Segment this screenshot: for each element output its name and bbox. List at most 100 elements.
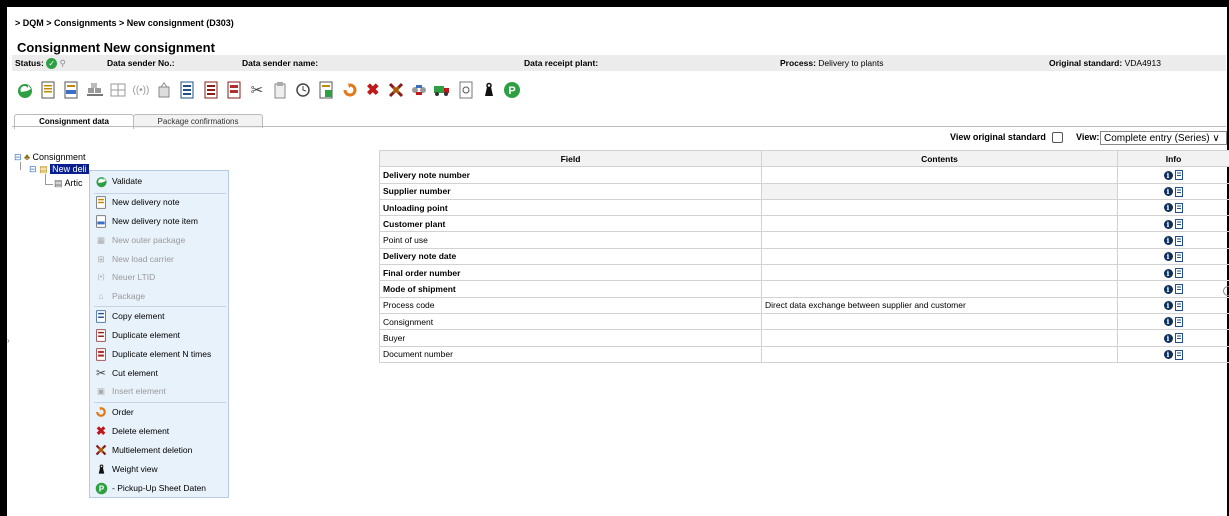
menu-item-duplicate-element[interactable]: Duplicate element: [94, 327, 180, 343]
contents-cell[interactable]: [761, 264, 1118, 282]
order-icon[interactable]: [340, 80, 360, 100]
preview-icon[interactable]: [456, 80, 476, 100]
scroll-handle[interactable]: [1223, 286, 1229, 296]
new-delivery-note-icon[interactable]: [38, 80, 58, 100]
info-icon[interactable]: i: [1163, 317, 1173, 327]
document-icon[interactable]: [1174, 186, 1184, 197]
menu-item-new-load-carrier[interactable]: ⊞ New load carrier: [94, 251, 173, 267]
contents-cell[interactable]: [761, 312, 1118, 331]
weight-icon[interactable]: [479, 80, 499, 100]
table-row[interactable]: Delivery note date i: [379, 247, 1229, 266]
pickup-icon[interactable]: P: [502, 80, 522, 100]
table-row[interactable]: Mode of shipment i: [379, 280, 1229, 298]
info-icon[interactable]: i: [1163, 333, 1173, 343]
menu-item-new-outer-package[interactable]: ▦ New outer package: [94, 232, 185, 248]
transfer-icon[interactable]: [409, 80, 429, 100]
tree-article[interactable]: ▤ Artic: [54, 178, 83, 189]
table-row[interactable]: Final order number i: [379, 264, 1229, 282]
menu-item-delete-element[interactable]: ✖ Delete element: [94, 423, 169, 439]
search-icon[interactable]: ⚲: [60, 58, 66, 68]
contents-cell[interactable]: [761, 166, 1118, 184]
contents-cell[interactable]: [761, 345, 1118, 363]
table-row[interactable]: Point of use i: [379, 231, 1229, 249]
table-row[interactable]: Unloading point i: [379, 198, 1229, 217]
document-icon[interactable]: [1174, 316, 1184, 327]
multidelete-icon[interactable]: [386, 80, 406, 100]
collapse-arrow-icon[interactable]: ›: [7, 336, 10, 345]
info-icon[interactable]: i: [1163, 170, 1173, 180]
document-icon[interactable]: [1174, 219, 1184, 230]
truck-icon[interactable]: [432, 80, 452, 100]
menu-item-copy-element[interactable]: Copy element: [94, 308, 164, 324]
contents-cell[interactable]: [761, 231, 1118, 249]
info-icon[interactable]: i: [1163, 350, 1173, 360]
menu-item-insert-element[interactable]: ▣ Insert element: [94, 383, 166, 399]
copy-element-icon[interactable]: [177, 80, 197, 100]
table-row[interactable]: Customer plant i: [379, 215, 1229, 233]
table-row[interactable]: Supplier number i: [379, 182, 1229, 200]
info-icon[interactable]: i: [1163, 301, 1173, 311]
info-icon[interactable]: i: [1163, 236, 1173, 245]
ltid-icon[interactable]: ((•)): [131, 80, 151, 100]
contents-cell[interactable]: [761, 198, 1118, 217]
table-row[interactable]: Delivery note number i: [379, 166, 1229, 184]
document-icon[interactable]: [1174, 170, 1184, 181]
duplicate-element-icon[interactable]: [201, 80, 221, 100]
menu-item-multielement-deletion[interactable]: Multielement deletion: [94, 442, 192, 458]
document-icon[interactable]: [1174, 251, 1184, 262]
view-select[interactable]: Complete entry (Series) ∨: [1100, 131, 1227, 145]
duplicate-n-times-icon[interactable]: [224, 80, 244, 100]
info-icon[interactable]: i: [1163, 187, 1173, 197]
cut-icon[interactable]: ✂: [247, 80, 267, 100]
menu-item-new-delivery-note-item[interactable]: New delivery note item: [94, 213, 198, 229]
menu-item-validate[interactable]: Validate: [94, 173, 142, 189]
menu-item-pickup-sheet[interactable]: P - Pickup-Up Sheet Daten: [94, 480, 206, 496]
menu-item-new-delivery-note[interactable]: New delivery note: [94, 194, 180, 210]
document-icon[interactable]: [1174, 284, 1184, 295]
table-row[interactable]: Process code Direct data exchange between…: [379, 296, 1229, 314]
menu-item-order[interactable]: Order: [94, 404, 134, 420]
tree-root[interactable]: ⊟ ♣ Consignment: [14, 152, 86, 163]
package-icon[interactable]: [154, 80, 174, 100]
document-icon[interactable]: [1174, 300, 1184, 311]
document-icon[interactable]: [1174, 268, 1184, 279]
contents-cell[interactable]: [761, 280, 1118, 298]
expand-toggle-icon[interactable]: ⊟: [14, 152, 22, 162]
info-icon[interactable]: i: [1163, 284, 1173, 294]
table-row[interactable]: Document number i: [379, 345, 1229, 363]
table-row[interactable]: Consignment i: [379, 312, 1229, 331]
menu-item-neuer-ltid[interactable]: (•) Neuer LTID: [94, 269, 155, 285]
new-load-carrier-icon[interactable]: [108, 80, 128, 100]
new-delivery-note-item-icon[interactable]: [61, 80, 81, 100]
validate-icon[interactable]: [15, 80, 35, 100]
table-row[interactable]: Buyer i: [379, 329, 1229, 347]
info-icon[interactable]: i: [1163, 252, 1173, 262]
info-icon[interactable]: i: [1163, 203, 1173, 213]
insert-icon[interactable]: [270, 80, 290, 100]
info-icon[interactable]: i: [1163, 219, 1173, 229]
view-original-toggle[interactable]: View original standard: [950, 132, 1064, 144]
document-icon[interactable]: [1174, 349, 1184, 360]
delete-icon[interactable]: ✖: [363, 80, 383, 100]
menu-item-cut-element[interactable]: ✂ Cut element: [94, 365, 158, 381]
export-icon[interactable]: [316, 80, 336, 100]
history-icon[interactable]: [293, 80, 313, 100]
contents-cell[interactable]: [761, 329, 1118, 347]
expand-toggle-icon[interactable]: ⊟: [29, 164, 37, 174]
document-icon[interactable]: [1174, 333, 1184, 344]
menu-item-duplicate-n-times[interactable]: Duplicate element N times: [94, 346, 211, 362]
contents-cell[interactable]: [761, 247, 1118, 266]
info-icon[interactable]: i: [1163, 268, 1173, 278]
menu-item-weight-view[interactable]: Weight view: [94, 461, 158, 477]
document-icon[interactable]: [1174, 202, 1184, 213]
column-header-contents: Contents: [761, 149, 1118, 168]
document-icon[interactable]: [1174, 235, 1184, 246]
new-outer-package-icon[interactable]: [85, 80, 105, 100]
contents-cell[interactable]: [761, 182, 1118, 200]
contents-cell[interactable]: Direct data exchange between supplier an…: [761, 296, 1118, 314]
breadcrumb[interactable]: > DQM > Consignments > New consignment (…: [15, 18, 234, 28]
tree-delivery-note[interactable]: ⊟ ▤ New deli: [29, 164, 89, 175]
contents-cell[interactable]: [761, 215, 1118, 233]
menu-item-package[interactable]: ⌂ Package: [94, 288, 145, 304]
view-original-checkbox[interactable]: [1052, 132, 1064, 144]
